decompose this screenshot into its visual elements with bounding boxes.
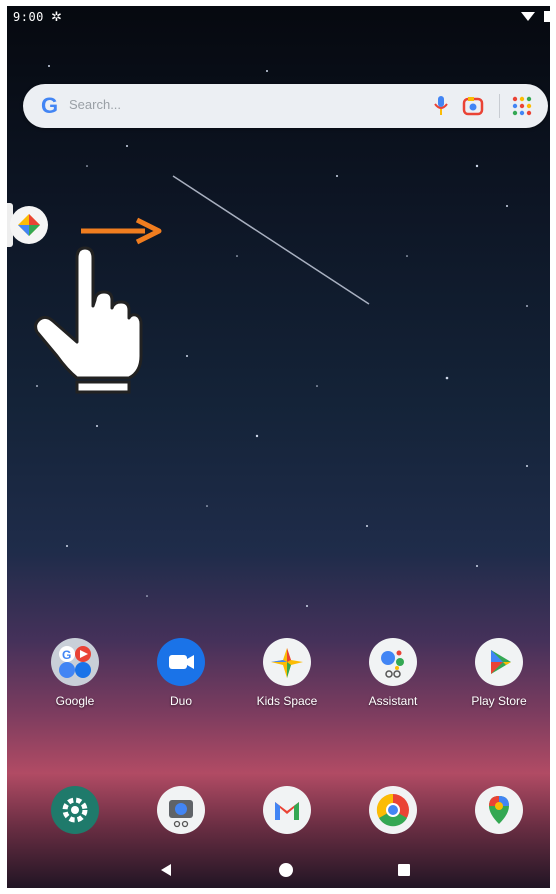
dock-app-settings[interactable] <box>22 786 128 834</box>
home-screen: 9:00 ✲ G Search... G Google Duo Kids Spa… <box>7 6 550 888</box>
google-search-bar[interactable]: G Search... <box>23 84 548 128</box>
app-label-duo: Duo <box>169 694 192 708</box>
mic-icon[interactable] <box>434 95 448 117</box>
settings-gear-icon: ✲ <box>51 9 62 24</box>
chrome-icon <box>369 786 417 834</box>
app-assistant[interactable]: Assistant <box>340 638 446 708</box>
dock-app-camera[interactable] <box>128 786 234 834</box>
google-g-icon: G <box>41 93 58 118</box>
home-icon[interactable] <box>279 863 293 877</box>
app-label-kids-space: Kids Space <box>256 694 318 708</box>
google-folder-icon: G <box>51 638 99 686</box>
maps-icon <box>475 786 523 834</box>
battery-icon <box>544 11 550 22</box>
play-store-icon <box>475 638 523 686</box>
recents-icon[interactable] <box>398 864 410 876</box>
app-kids-space[interactable]: Kids Space <box>234 638 340 708</box>
wallpaper-stars <box>36 65 528 607</box>
app-duo[interactable]: Duo <box>128 638 234 708</box>
camera-icon <box>157 786 205 834</box>
settings-icon <box>51 786 99 834</box>
apps-grid-icon[interactable] <box>512 96 532 116</box>
assistant-shortcut-icon <box>18 214 40 236</box>
dock-app-chrome[interactable] <box>340 786 446 834</box>
app-play-store[interactable]: Play Store <box>446 638 550 708</box>
app-label-play-store: Play Store <box>471 694 527 708</box>
navigation-bar <box>7 854 550 888</box>
app-label-google: Google <box>55 694 95 708</box>
dock-app-maps[interactable] <box>446 786 550 834</box>
status-time: 9:00 <box>13 10 44 24</box>
duo-icon <box>157 638 205 686</box>
dock-app-gmail[interactable] <box>234 786 340 834</box>
app-label-assistant: Assistant <box>368 694 418 708</box>
gmail-icon <box>263 786 311 834</box>
pointing-hand-icon <box>34 246 143 394</box>
back-icon[interactable] <box>160 863 172 877</box>
kids-space-icon <box>263 638 311 686</box>
wifi-icon <box>520 12 535 21</box>
svg-text:G: G <box>62 648 71 662</box>
app-google[interactable]: G Google <box>22 638 128 708</box>
edge-panel-handle[interactable] <box>7 203 55 247</box>
swipe-right-arrow-icon <box>81 217 162 245</box>
assistant-icon <box>369 638 417 686</box>
lens-camera-icon[interactable] <box>462 95 484 117</box>
search-placeholder: Search... <box>69 97 122 112</box>
svg-text:G: G <box>41 93 58 118</box>
status-bar: 9:00 ✲ <box>7 6 550 28</box>
